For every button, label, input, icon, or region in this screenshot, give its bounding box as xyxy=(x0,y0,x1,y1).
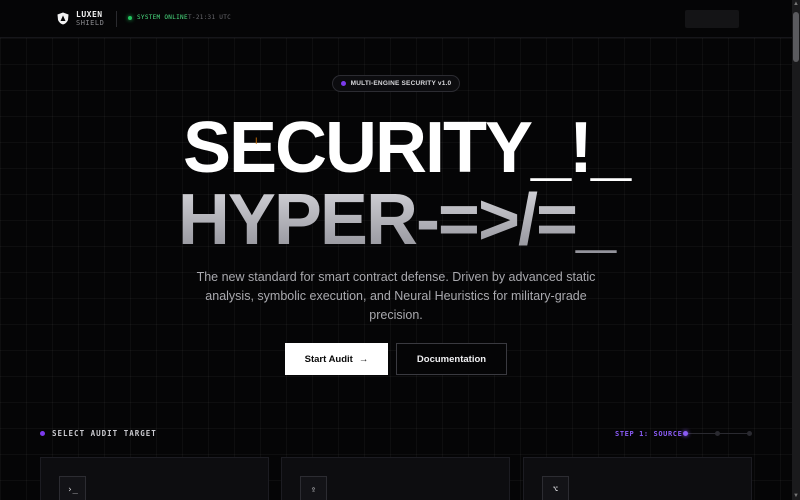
audit-target-card-terminal[interactable]: ›_ xyxy=(40,457,269,500)
text-cursor-icon: I xyxy=(255,136,258,146)
step-dot-3 xyxy=(747,431,752,436)
step-indicator-label: STEP 1: SOURCE xyxy=(615,430,683,438)
scrollbar-thumb[interactable] xyxy=(793,12,799,62)
section-dot-icon xyxy=(40,431,45,436)
step-dot-1 xyxy=(683,431,688,436)
start-audit-button[interactable]: Start Audit → xyxy=(285,343,388,375)
status-indicator-icon xyxy=(128,16,132,20)
file-upload-icon: ⇪ xyxy=(300,476,327,500)
badge-dot-icon xyxy=(340,81,346,86)
audit-target-card-github[interactable]: ⌥ xyxy=(523,457,752,500)
connect-button[interactable] xyxy=(685,10,739,28)
brand-line2: SHIELD xyxy=(76,19,105,27)
hero-title-line2: HYPER-=>/=_ xyxy=(0,180,792,260)
header-divider xyxy=(116,11,117,27)
brand-line1: LUXEN xyxy=(76,10,103,19)
github-icon: ⌥ xyxy=(542,476,569,500)
arrow-right-icon: → xyxy=(358,353,369,365)
hero-subtitle: The new standard for smart contract defe… xyxy=(196,270,596,322)
audit-target-card-upload[interactable]: ⇪ xyxy=(281,457,510,500)
scroll-down-icon[interactable]: ▼ xyxy=(792,492,800,500)
step-dot-2 xyxy=(715,431,720,436)
scroll-up-icon[interactable]: ▲ xyxy=(792,0,800,8)
section-title: SELECT AUDIT TARGET xyxy=(52,429,157,438)
hero-title-line1: SECURITY_!_ xyxy=(182,108,631,188)
brand-name[interactable]: LUXEN SHIELD xyxy=(76,10,105,28)
system-time: T-21:31 UTC xyxy=(188,14,232,21)
terminal-icon: ›_ xyxy=(59,476,86,500)
system-status: SYSTEM ONLINE xyxy=(137,14,188,21)
scrollbar[interactable]: ▲ ▼ xyxy=(792,0,800,500)
start-audit-label: Start Audit xyxy=(304,353,353,365)
top-nav: LUXEN SHIELD SYSTEM ONLINE T-21:31 UTC xyxy=(0,0,792,38)
badge-label: MULTI-ENGINE SECURITY v1.0 xyxy=(350,80,452,87)
version-badge: MULTI-ENGINE SECURITY v1.0 xyxy=(332,75,460,92)
documentation-button[interactable]: Documentation xyxy=(396,343,507,375)
shield-logo-icon xyxy=(57,12,69,25)
documentation-label: Documentation xyxy=(416,353,487,365)
step-progress xyxy=(683,430,753,438)
